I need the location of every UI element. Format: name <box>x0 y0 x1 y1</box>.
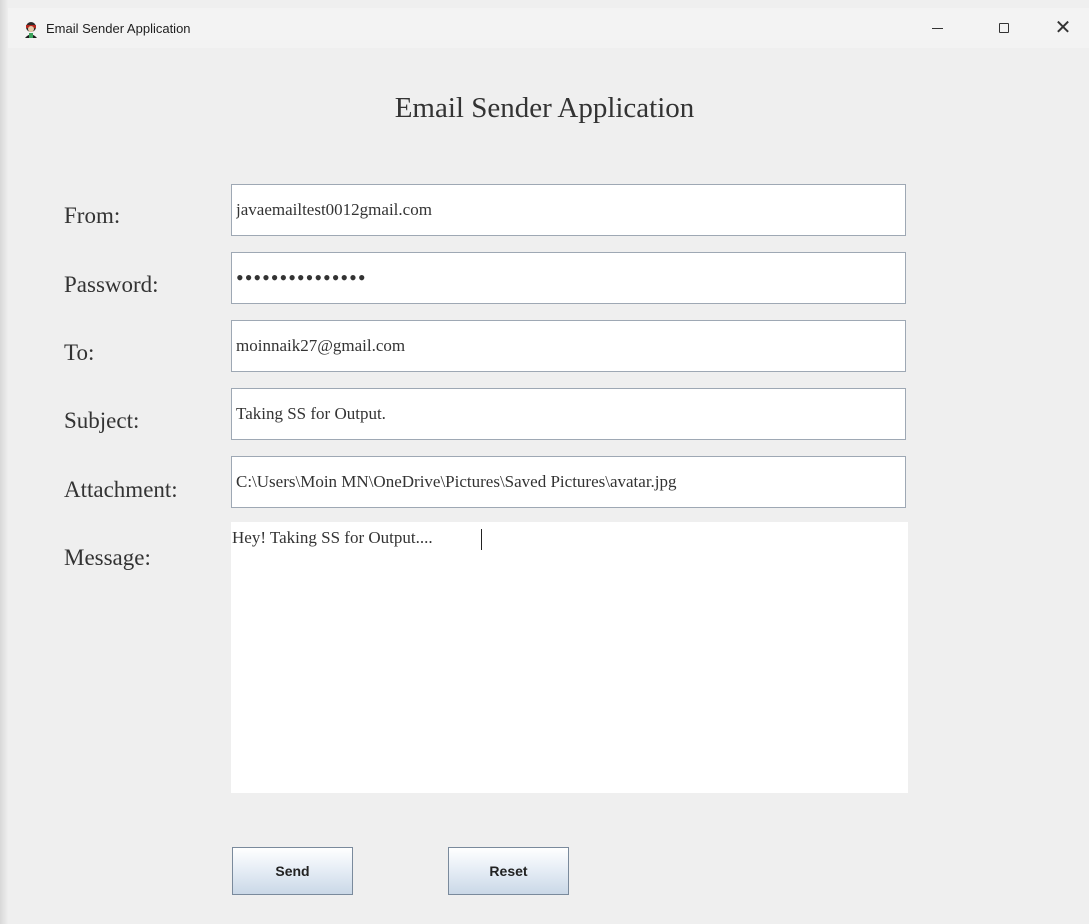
app-avatar-icon <box>25 22 37 38</box>
password-input[interactable] <box>231 252 906 304</box>
minimize-button[interactable] <box>914 8 960 48</box>
password-label: Password: <box>64 272 159 297</box>
from-input[interactable] <box>231 184 906 236</box>
maximize-button[interactable] <box>981 8 1027 48</box>
close-icon: ✕ <box>1054 17 1072 39</box>
message-textarea[interactable]: Hey! Taking SS for Output.... <box>231 522 908 793</box>
title-bar[interactable]: Email Sender Application ✕ <box>8 8 1089 48</box>
attachment-input[interactable] <box>231 456 906 508</box>
to-label: To: <box>64 340 95 365</box>
maximize-icon <box>999 23 1009 33</box>
window-title: Email Sender Application <box>46 21 191 36</box>
subject-input[interactable] <box>231 388 906 440</box>
subject-label: Subject: <box>64 408 140 433</box>
window-edge <box>0 0 8 924</box>
to-input[interactable] <box>231 320 906 372</box>
minimize-icon <box>931 27 943 29</box>
close-button[interactable]: ✕ <box>1040 8 1086 48</box>
reset-button[interactable]: Reset <box>448 847 569 895</box>
page-title: Email Sender Application <box>394 92 695 124</box>
text-caret <box>481 529 482 550</box>
send-button[interactable]: Send <box>232 847 353 895</box>
attachment-label: Attachment: <box>64 477 178 502</box>
from-label: From: <box>64 203 121 228</box>
message-label: Message: <box>64 545 151 570</box>
